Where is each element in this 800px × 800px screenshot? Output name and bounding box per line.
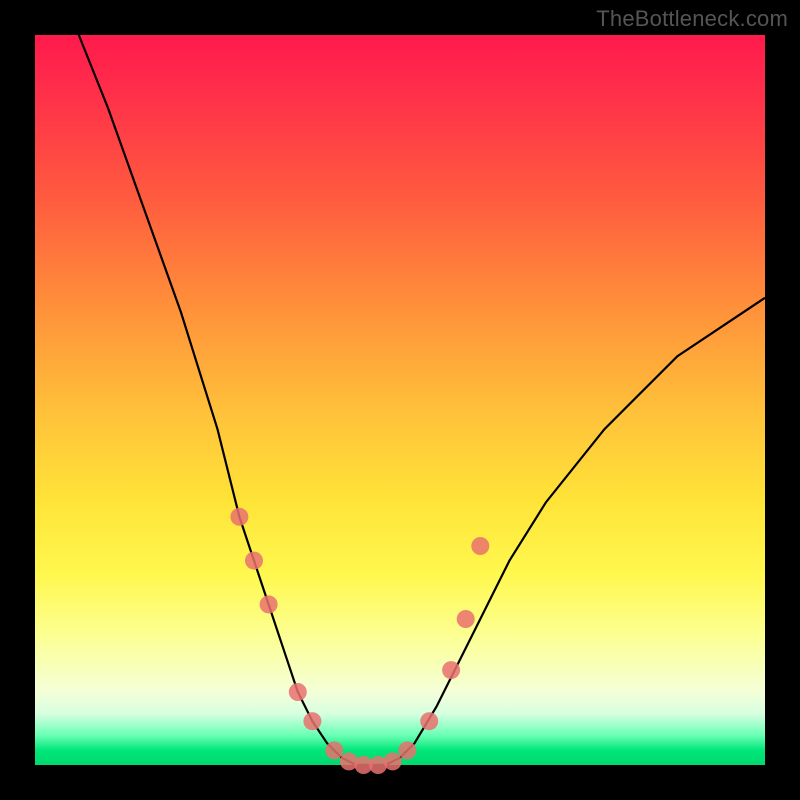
highlight-dot bbox=[303, 712, 321, 730]
highlight-dot bbox=[384, 752, 402, 770]
curve-layer bbox=[35, 35, 765, 765]
attribution-text: TheBottleneck.com bbox=[596, 6, 788, 32]
highlight-dot bbox=[457, 610, 475, 628]
highlight-dot bbox=[420, 712, 438, 730]
highlight-dot bbox=[442, 661, 460, 679]
highlight-dot bbox=[398, 741, 416, 759]
bottleneck-curve bbox=[79, 35, 765, 765]
highlight-dot bbox=[245, 552, 263, 570]
chart-frame: TheBottleneck.com bbox=[0, 0, 800, 800]
highlight-dot bbox=[325, 741, 343, 759]
highlight-dot bbox=[260, 595, 278, 613]
highlight-markers bbox=[230, 508, 489, 774]
plot-area bbox=[35, 35, 765, 765]
highlight-dot bbox=[289, 683, 307, 701]
highlight-dot bbox=[471, 537, 489, 555]
highlight-dot bbox=[230, 508, 248, 526]
